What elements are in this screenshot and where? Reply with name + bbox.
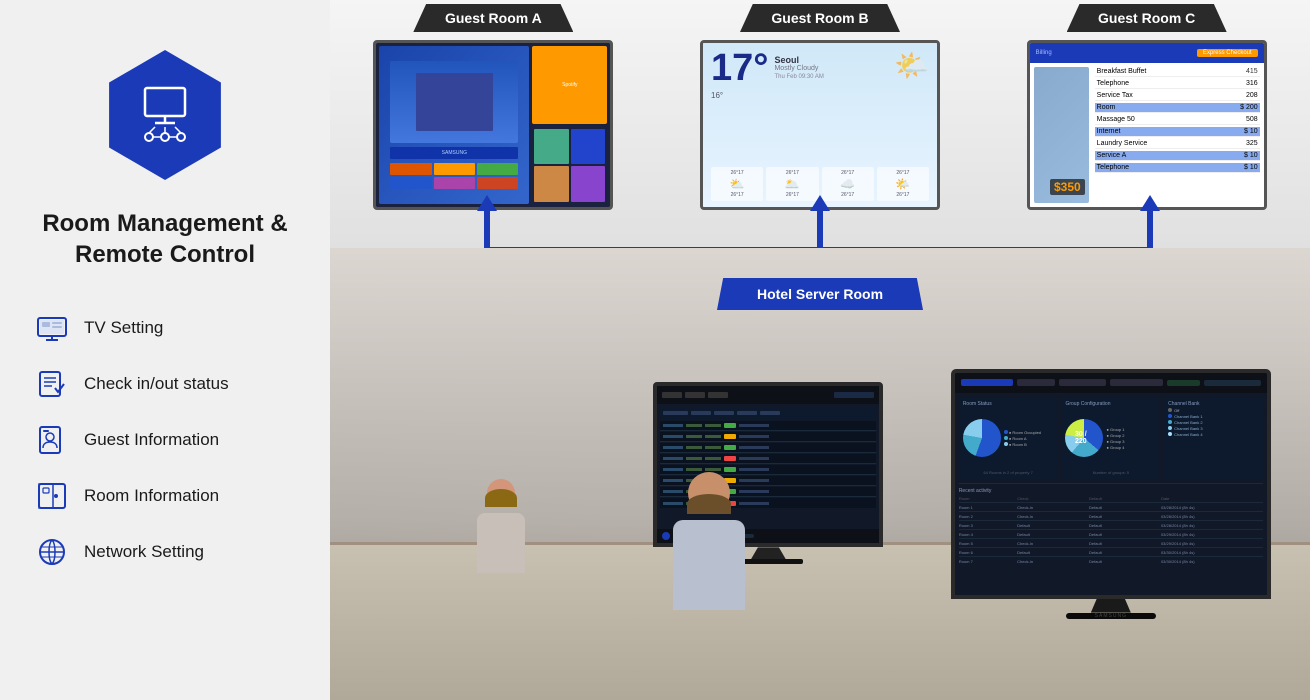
tv-screen-b: 17° Seoul Mostly Cloudy Thu Feb 09:30 AM…	[700, 40, 940, 210]
room-c-label: Guest Room C	[1067, 4, 1227, 32]
menu-item-checkin[interactable]: Check in/out status	[30, 356, 300, 412]
menu-item-room-info[interactable]: Room Information	[30, 468, 300, 524]
menu-item-guest-info[interactable]: Guest Information	[30, 412, 300, 468]
menu-label-guest-info: Guest Information	[84, 430, 219, 450]
room-card-c: Guest Room C Billing Express Checkout $3…	[983, 0, 1310, 210]
monitor-network-icon	[130, 80, 200, 150]
room-a-label: Guest Room A	[413, 4, 573, 32]
person-1	[477, 479, 525, 573]
checkin-icon	[34, 366, 70, 402]
menu-label-network: Network Setting	[84, 542, 204, 562]
bottom-section: Room Status ● Room Occupied ● Room A ● R…	[330, 248, 1310, 700]
tv-screen-a: SAMSUNG Spoti	[373, 40, 613, 210]
guest-icon	[34, 422, 70, 458]
tv-icon	[34, 310, 70, 346]
menu-label-checkin: Check in/out status	[84, 374, 229, 394]
room-icon	[34, 478, 70, 514]
room-b-label: Guest Room B	[740, 4, 900, 32]
person-2	[673, 472, 745, 610]
menu-label-room-info: Room Information	[84, 486, 219, 506]
top-section: Guest Room A SAMSUNG	[330, 0, 1310, 250]
tv-screen-c: Billing Express Checkout $350 Breakfast …	[1027, 40, 1267, 210]
right-panel: Guest Room A SAMSUNG	[330, 0, 1310, 700]
room-cards: Guest Room A SAMSUNG	[330, 0, 1310, 250]
left-panel: Room Management & Remote Control TV Sett…	[0, 0, 330, 700]
menu-label-tv-setting: TV Setting	[84, 318, 163, 338]
menu-item-network[interactable]: Network Setting	[30, 524, 300, 580]
room-card-a: Guest Room A SAMSUNG	[330, 0, 657, 210]
menu-item-tv-setting[interactable]: TV Setting	[30, 300, 300, 356]
network-icon	[34, 534, 70, 570]
menu-list: TV Setting Check in/out status	[30, 300, 300, 580]
logo-container	[30, 50, 300, 180]
room-card-b: Guest Room B 17° Seoul Mostly Cloudy Thu…	[657, 0, 984, 210]
main-title: Room Management & Remote Control	[30, 208, 300, 270]
server-room-label: Hotel Server Room	[717, 278, 923, 310]
hexagon-logo	[100, 50, 230, 180]
large-monitor: Room Status ● Room Occupied ● Room A ● R…	[951, 369, 1271, 619]
